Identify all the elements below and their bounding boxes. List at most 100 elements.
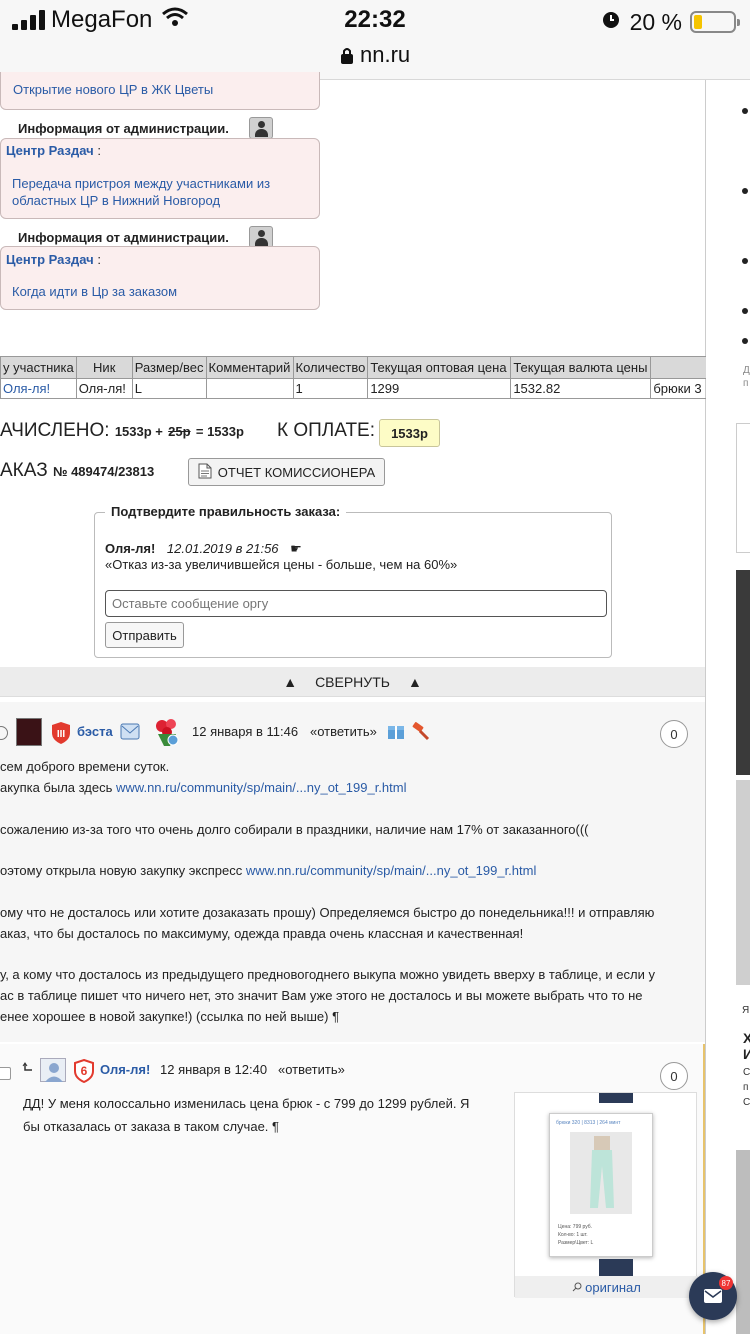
- sidebar-image[interactable]: [736, 1150, 750, 1334]
- image-price: Цена: 799 руб.: [558, 1224, 593, 1230]
- comment-line: акупка была здесь www.nn.ru/community/sp…: [0, 780, 407, 795]
- notice-sep: :: [93, 252, 101, 267]
- avatar[interactable]: [40, 1058, 66, 1082]
- comment-author[interactable]: бэста: [77, 724, 113, 739]
- reply-author[interactable]: Оля-ля!: [100, 1062, 150, 1077]
- comment-line: ому что не досталось или хотите дозаказа…: [0, 905, 655, 920]
- notice-author[interactable]: Центр Раздач: [6, 252, 94, 267]
- clock-icon: [0, 726, 8, 740]
- cell-participant[interactable]: Оля-ля!: [0, 378, 77, 399]
- collapse-thread-icon[interactable]: [0, 1067, 11, 1080]
- collapse-label: СВЕРНУТЬ: [315, 673, 390, 690]
- collapse-button[interactable]: ▲ СВЕРНУТЬ ▲: [0, 667, 705, 697]
- admin-notice-title: Информация от администрации.: [18, 121, 229, 136]
- reply-line: ДД! У меня колоссально изменилась цена б…: [23, 1096, 470, 1111]
- sidebar-image[interactable]: [736, 570, 750, 775]
- cell-currency-price: 1532.82: [510, 378, 652, 399]
- image-fragment: [599, 1093, 633, 1103]
- column-header: Текущая валюта цены: [510, 356, 652, 379]
- confirm-message: «Отказ из-за увеличившейся цены - больше…: [105, 557, 458, 572]
- alarm-icon: [600, 8, 622, 36]
- sidebar-letter: Я: [742, 1005, 750, 1016]
- envelope-icon: [704, 1289, 722, 1308]
- mail-icon[interactable]: [120, 723, 140, 745]
- notice-author[interactable]: Центр Раздач: [6, 143, 94, 158]
- comment-link[interactable]: www.nn.ru/community/sp/main/...ny_ot_199…: [116, 780, 406, 795]
- arrow-up-icon: ▲: [283, 673, 298, 690]
- confirm-order-box: Подтвердите правильность заказа: Оля-ля!…: [94, 504, 612, 658]
- sidebar-letter: И: [743, 1046, 750, 1062]
- notice-link[interactable]: Открытие нового ЦР в ЖК Цветы: [13, 82, 213, 97]
- notice-link[interactable]: Когда идти в Цр за заказом: [12, 284, 177, 299]
- comment-date: 12 января в 11:46: [192, 724, 299, 739]
- comment-line: сем доброго времени суток.: [0, 759, 170, 774]
- notice-link[interactable]: Передача пристроя между участниками из о…: [0, 175, 290, 209]
- svg-text:III: III: [57, 729, 66, 740]
- order-row: АКАЗ № 489474/23813: [0, 460, 154, 482]
- avatar[interactable]: [16, 718, 42, 746]
- table-row: Оля-ля! Оля-ля! L 1 1299 1532.82 брюки 3: [0, 378, 706, 399]
- order-number: № 489474/23813: [52, 464, 155, 479]
- unread-count: 87: [719, 1276, 733, 1290]
- image-qty: Кол-во: 1 шт.: [558, 1232, 588, 1238]
- rating-badge[interactable]: 0: [660, 1062, 688, 1090]
- column-header: [650, 356, 706, 379]
- rank-icon: III: [50, 721, 72, 750]
- sidebar-letter: С: [743, 1067, 750, 1078]
- charged-row: АЧИСЛЕНО: 1533р + 25р = 1533р: [0, 420, 244, 442]
- comment-link[interactable]: www.nn.ru/community/sp/main/...ny_ot_199…: [246, 863, 536, 878]
- image-size: Размер\Цвет: L: [558, 1240, 594, 1246]
- right-sidebar: Д п Я Х И С п С: [705, 80, 750, 1334]
- original-link-label: оригинал: [585, 1279, 641, 1295]
- column-header: Ник: [75, 356, 133, 379]
- attached-image[interactable]: брюки 320 | 8313 | 264 минт Цена: 799 ру…: [514, 1092, 698, 1298]
- cell-price: 1299: [367, 378, 512, 399]
- sidebar-image[interactable]: [736, 780, 750, 985]
- address-bar[interactable]: nn.ru: [0, 42, 750, 68]
- sidebar-box: [736, 423, 750, 553]
- rating-badge[interactable]: 0: [660, 720, 688, 748]
- column-header: Комментарий: [205, 356, 294, 379]
- sidebar-letter: п: [743, 1082, 749, 1093]
- reply-link[interactable]: «ответить»: [278, 1062, 345, 1077]
- cell-item: брюки 3: [650, 378, 706, 399]
- order-table: у участника Ник Размер/вес Комментарий К…: [0, 356, 706, 399]
- message-input[interactable]: [105, 590, 607, 617]
- rank-icon: 6: [73, 1058, 95, 1088]
- battery-icon: [690, 11, 740, 33]
- status-right: 20 %: [600, 8, 740, 36]
- reply-link[interactable]: «ответить»: [310, 724, 377, 739]
- arrow-up-icon: ▲: [407, 673, 422, 690]
- image-fragment: [599, 1259, 633, 1277]
- messages-button[interactable]: 87: [689, 1272, 737, 1320]
- comment-line: сожалению из-за того что очень долго соб…: [0, 822, 589, 837]
- send-button[interactable]: Отправить: [105, 622, 184, 648]
- notice-sep: :: [93, 143, 101, 158]
- cell-comment: [205, 378, 294, 399]
- cell-nick: Оля-ля!: [75, 378, 133, 399]
- comment-line: оэтому открыла новую закупку экспресс ww…: [0, 863, 537, 878]
- charged-label: АЧИСЛЕНО:: [0, 420, 110, 441]
- admin-notice: Открытие нового ЦР в ЖК Цветы: [0, 72, 320, 110]
- gift-bouquet-icon: [150, 716, 184, 753]
- svg-text:6: 6: [81, 1064, 88, 1078]
- admin-avatar-icon[interactable]: [249, 117, 273, 139]
- document-icon: [198, 463, 212, 482]
- present-icon[interactable]: [387, 722, 405, 745]
- sidebar-letter: С: [743, 1097, 750, 1108]
- charged-result: = 1533р: [195, 424, 244, 439]
- report-button-label: ОТЧЕТ КОМИССИОНЕРА: [217, 464, 376, 480]
- sidebar-letter: Х: [743, 1030, 750, 1046]
- comment: III бэста 12 января в 11:46 «ответить» 0…: [0, 702, 705, 1042]
- cell-size: L: [131, 378, 207, 399]
- table-header-row: у участника Ник Размер/вес Комментарий К…: [0, 356, 706, 379]
- admin-avatar-icon[interactable]: [249, 226, 273, 248]
- confirm-legend: Подтвердите правильность заказа:: [105, 504, 347, 519]
- column-header: Размер/вес: [131, 356, 207, 379]
- comment-line: енее хорошее в новой закупке!) (ссылка п…: [0, 1009, 340, 1024]
- hammer-icon[interactable]: [411, 721, 431, 746]
- commissioner-report-button[interactable]: ОТЧЕТ КОМИССИОНЕРА: [188, 458, 385, 486]
- image-card: брюки 320 | 8313 | 264 минт Цена: 799 ру…: [549, 1113, 653, 1257]
- reply-date: 12 января в 12:40: [160, 1062, 268, 1077]
- original-image-link[interactable]: оригинал: [515, 1276, 698, 1298]
